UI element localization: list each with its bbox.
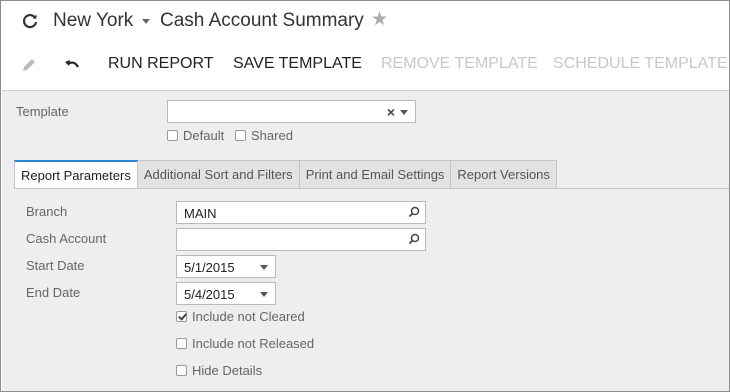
start-date-label: Start Date	[26, 258, 85, 273]
cash-account-label: Cash Account	[26, 231, 107, 246]
page-title: Cash Account Summary	[160, 10, 364, 31]
edit-icon[interactable]	[20, 56, 38, 74]
start-date-field[interactable]: 5/1/2015	[176, 255, 276, 278]
template-label: Template	[16, 104, 69, 119]
end-date-field[interactable]: 5/4/2015	[176, 282, 276, 305]
tab-print-email-settings[interactable]: Print and Email Settings	[299, 160, 452, 189]
branch-field[interactable]: MAIN	[176, 201, 426, 224]
chevron-down-icon[interactable]	[400, 110, 408, 115]
search-icon[interactable]	[408, 206, 420, 218]
chevron-down-icon[interactable]	[260, 265, 268, 270]
cash-account-field[interactable]	[176, 228, 426, 251]
template-select[interactable]: ×	[167, 100, 416, 123]
undo-icon[interactable]	[63, 56, 81, 74]
tab-report-parameters[interactable]: Report Parameters	[14, 160, 138, 189]
search-icon[interactable]	[408, 233, 420, 245]
default-checkbox[interactable]: Default	[167, 128, 224, 143]
tab-bar: Report Parameters Additional Sort and Fi…	[14, 160, 557, 189]
chevron-down-icon[interactable]	[142, 19, 150, 24]
checkbox-box[interactable]	[235, 130, 246, 141]
tab-additional-sort-filters[interactable]: Additional Sort and Filters	[137, 160, 300, 189]
checkbox-box[interactable]	[167, 130, 178, 141]
checkbox-box[interactable]	[176, 365, 187, 376]
remove-template-button[interactable]: REMOVE TEMPLATE	[381, 55, 538, 73]
title-bar: New York Cash Account Summary ★	[1, 1, 729, 41]
refresh-icon[interactable]	[21, 12, 39, 30]
chevron-down-icon[interactable]	[260, 292, 268, 297]
checkbox-box[interactable]	[176, 311, 187, 322]
hide-details-checkbox[interactable]: Hide Details	[176, 363, 262, 378]
include-not-released-checkbox[interactable]: Include not Released	[176, 336, 314, 351]
star-icon[interactable]: ★	[371, 10, 388, 29]
form-panel: Template × Default Shared Report Paramet…	[2, 90, 729, 391]
window: New York Cash Account Summary ★ RUN REPO…	[0, 0, 730, 392]
checkbox-box[interactable]	[176, 338, 187, 349]
include-not-cleared-checkbox[interactable]: Include not Cleared	[176, 309, 305, 324]
shared-checkbox[interactable]: Shared	[235, 128, 293, 143]
tab-divider	[14, 188, 729, 189]
run-report-button[interactable]: RUN REPORT	[108, 55, 214, 73]
end-date-label: End Date	[26, 285, 81, 300]
clear-icon[interactable]: ×	[387, 104, 395, 120]
branch-label: Branch	[26, 204, 68, 219]
toolbar: RUN REPORT SAVE TEMPLATE REMOVE TEMPLATE…	[1, 46, 729, 84]
save-template-button[interactable]: SAVE TEMPLATE	[233, 55, 362, 73]
schedule-template-button[interactable]: SCHEDULE TEMPLATE	[553, 55, 728, 73]
tab-report-versions[interactable]: Report Versions	[451, 160, 557, 189]
company-selector[interactable]: New York	[53, 10, 133, 32]
